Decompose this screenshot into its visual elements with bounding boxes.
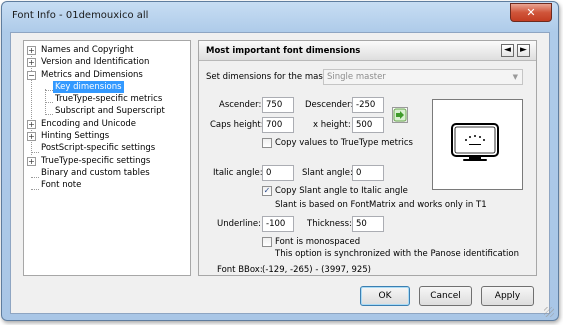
underline-label: Underline: bbox=[217, 219, 261, 229]
monospaced-checkbox[interactable] bbox=[262, 237, 272, 247]
tree-item-label: TrueType-specific settings bbox=[41, 155, 151, 166]
tree-item-truetype-metrics[interactable]: TrueType-specific metrics bbox=[24, 93, 190, 105]
ok-button[interactable]: OK bbox=[360, 286, 410, 306]
tree-item-hinting-settings[interactable]: + Hinting Settings bbox=[24, 130, 190, 142]
window-title: Font Info - 01demouxico all bbox=[12, 10, 149, 21]
tree-item-encoding-unicode[interactable]: + Encoding and Unicode bbox=[24, 118, 190, 130]
tree-item-version-identification[interactable]: + Version and Identification bbox=[24, 56, 190, 68]
arrow-right-icon: ► bbox=[520, 45, 527, 55]
italic-angle-label: Italic angle: bbox=[213, 168, 263, 178]
dropdown-arrow-icon: ▼ bbox=[512, 73, 518, 81]
tree-item-font-note[interactable]: Font note bbox=[24, 179, 190, 191]
resize-grip[interactable] bbox=[544, 307, 554, 317]
master-label: Set dimensions for the master: bbox=[206, 72, 338, 82]
panel-title: Most important font dimensions bbox=[206, 46, 361, 56]
bbox-label: Font BBox: bbox=[217, 265, 263, 275]
caps-height-field[interactable]: 700 bbox=[262, 117, 294, 133]
tree-item-label: Hinting Settings bbox=[41, 131, 110, 142]
tree-item-label: Key dimensions bbox=[53, 80, 124, 94]
dimensions-panel: Most important font dimensions ◄ ► Set d… bbox=[198, 40, 537, 276]
tree-item-metrics-dimensions[interactable]: − Metrics and Dimensions bbox=[24, 69, 190, 81]
expand-icon[interactable]: + bbox=[27, 46, 36, 55]
tree-item-truetype-settings[interactable]: + TrueType-specific settings bbox=[24, 155, 190, 167]
bbox-value: (-129, -265) - (3997, 925) bbox=[262, 265, 371, 275]
thickness-field[interactable]: 50 bbox=[352, 216, 384, 232]
tree-item-label: TrueType-specific metrics bbox=[55, 94, 163, 105]
italic-angle-field[interactable]: 0 bbox=[262, 165, 294, 181]
previous-page-button[interactable]: ◄ bbox=[501, 44, 514, 57]
tree-item-label: Binary and custom tables bbox=[41, 167, 150, 178]
tree-item-key-dimensions[interactable]: Key dimensions bbox=[24, 80, 190, 94]
tree-item-label: Version and Identification bbox=[41, 57, 150, 68]
copy-slant-label: Copy Slant angle to Italic angle bbox=[275, 186, 408, 196]
copy-truetype-checkbox[interactable] bbox=[262, 138, 272, 148]
master-select[interactable]: Single master ▼ bbox=[323, 69, 523, 85]
slant-angle-label: Slant angle: bbox=[302, 168, 353, 178]
arrow-left-icon: ◄ bbox=[504, 45, 511, 55]
font-preview bbox=[432, 99, 523, 190]
slant-note: Slant is based on FontMatrix and works o… bbox=[275, 200, 487, 210]
green-arrow-icon bbox=[393, 108, 407, 122]
close-button[interactable]: ✕ bbox=[510, 3, 552, 22]
descender-field[interactable]: -250 bbox=[352, 97, 384, 113]
x-height-field[interactable]: 500 bbox=[352, 117, 384, 133]
collapse-icon[interactable]: − bbox=[27, 70, 36, 80]
category-tree[interactable]: + Names and Copyright + Version and Iden… bbox=[23, 40, 191, 276]
monospaced-note: This option is synchronized with the Pan… bbox=[275, 249, 519, 259]
tree-item-names-copyright[interactable]: + Names and Copyright bbox=[24, 44, 190, 56]
monitor-glyph-preview bbox=[451, 123, 499, 161]
underline-field[interactable]: -100 bbox=[262, 216, 294, 232]
tree-item-label: Font note bbox=[41, 180, 82, 191]
descender-label: Descender: bbox=[305, 100, 354, 110]
tree-item-label: Metrics and Dimensions bbox=[41, 69, 143, 80]
close-icon: ✕ bbox=[526, 6, 536, 19]
copy-truetype-label: Copy values to TrueType metrics bbox=[275, 138, 413, 148]
tree-item-label: Encoding and Unicode bbox=[41, 118, 137, 129]
ascender-label: Ascender: bbox=[219, 100, 262, 110]
x-height-label: x height: bbox=[313, 120, 351, 130]
font-info-window: Font Info - 01demouxico all ✕ + Names an… bbox=[1, 1, 559, 321]
apply-button[interactable]: Apply bbox=[481, 286, 534, 306]
tree-item-subscript-superscript[interactable]: Subscript and Superscript bbox=[24, 105, 190, 117]
panel-header: Most important font dimensions ◄ ► bbox=[199, 41, 536, 61]
tree-item-postscript-settings[interactable]: PostScript-specific settings bbox=[24, 142, 190, 154]
expand-icon[interactable]: + bbox=[27, 119, 36, 129]
copy-slant-checkbox[interactable]: ✓ bbox=[262, 186, 272, 196]
cancel-button[interactable]: Cancel bbox=[419, 286, 472, 306]
slant-angle-field[interactable]: 0 bbox=[352, 165, 384, 181]
monospaced-label: Font is monospaced bbox=[275, 237, 361, 247]
expand-icon[interactable]: + bbox=[27, 156, 36, 166]
tree-item-binary-tables[interactable]: Binary and custom tables bbox=[24, 167, 190, 179]
thickness-label: Thickness: bbox=[307, 219, 352, 229]
next-page-button[interactable]: ► bbox=[517, 44, 530, 57]
caps-height-label: Caps height: bbox=[210, 120, 264, 130]
master-select-value: Single master bbox=[327, 72, 386, 82]
copy-dimensions-button[interactable] bbox=[392, 107, 408, 123]
tree-item-label: PostScript-specific settings bbox=[41, 143, 156, 154]
ascender-field[interactable]: 750 bbox=[262, 97, 294, 113]
expand-icon[interactable]: + bbox=[27, 132, 36, 142]
tree-item-label: Subscript and Superscript bbox=[55, 106, 165, 117]
expand-icon[interactable]: + bbox=[27, 58, 36, 68]
tree-item-label: Names and Copyright bbox=[41, 45, 134, 55]
